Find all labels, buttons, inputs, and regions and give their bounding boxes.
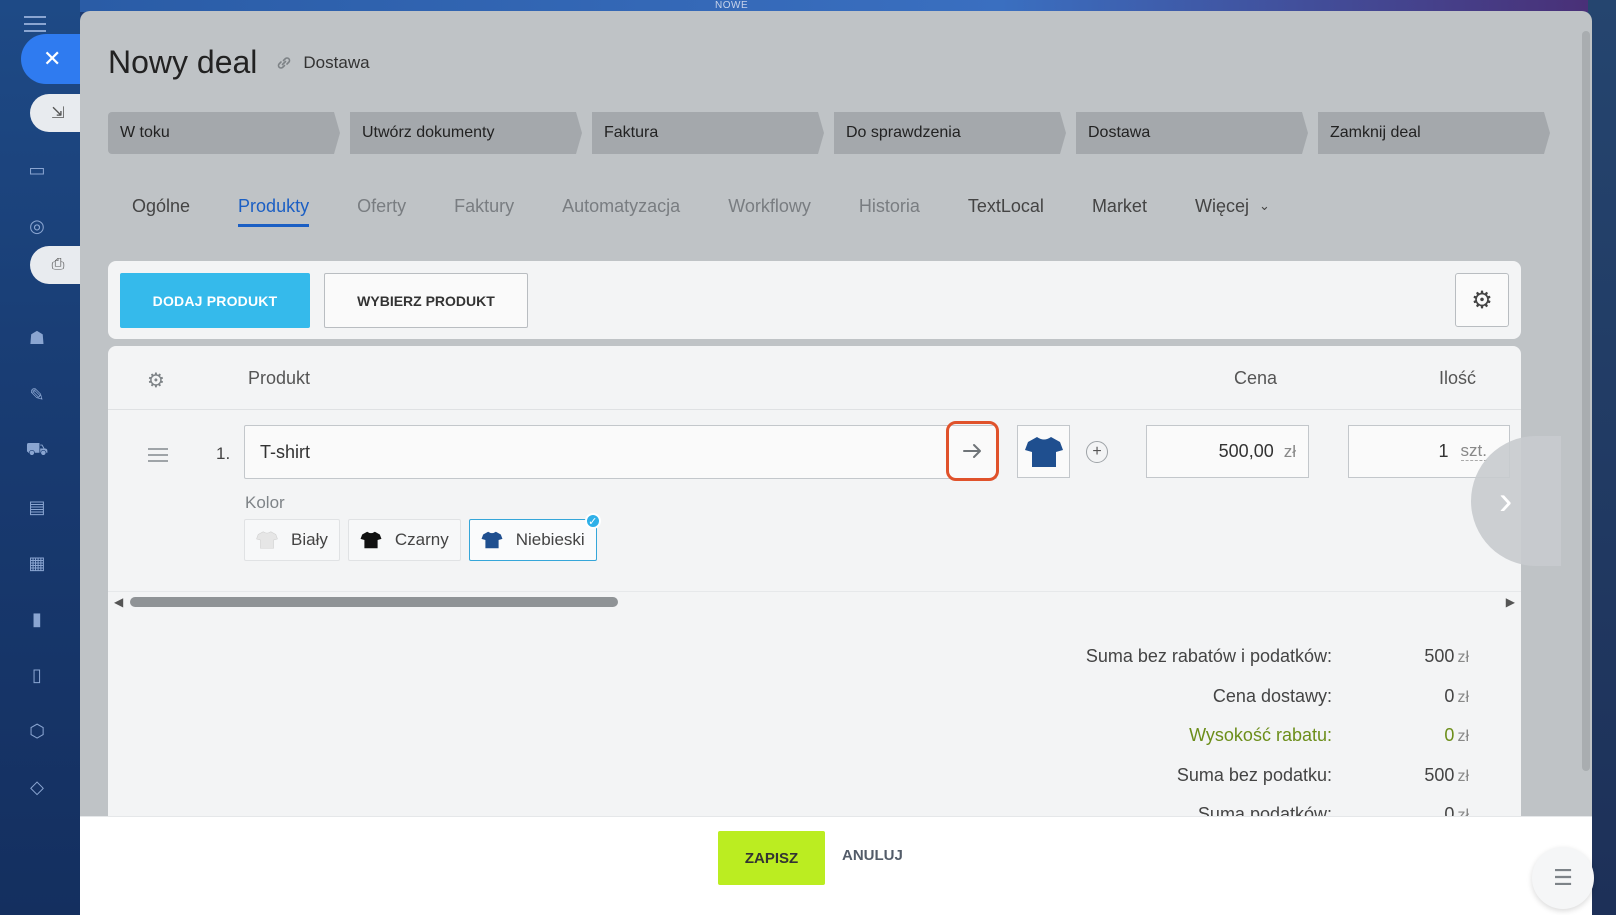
close-slider-button[interactable]: ✕ xyxy=(21,34,89,84)
color-option-bialy[interactable]: Biały xyxy=(244,519,340,561)
stage-bar: W toku Utwórz dokumenty Faktura Do spraw… xyxy=(108,112,1560,154)
top-bar-label: NOWE xyxy=(715,0,749,11)
column-header-price: Cena xyxy=(1234,368,1278,388)
scroll-right-arrow-icon[interactable]: ▶ xyxy=(1506,595,1515,609)
toolbar-settings-button[interactable]: ⚙ xyxy=(1455,273,1509,327)
color-swatches: Biały Czarny Niebieski ✓ xyxy=(244,513,605,561)
app-left-sidebar: ✕ ⇲ ▭ ◎ ⎙ ☗ ✎ ⛟ ▤ ▦ ▮ ▯ ⬡ ◇ xyxy=(0,0,89,915)
check-icon: ✓ xyxy=(584,513,601,529)
chevron-right-icon: › xyxy=(1499,478,1513,523)
box-icon[interactable]: ◇ xyxy=(22,772,52,802)
footer-bar: ZAPISZ ANULUJ xyxy=(80,816,1592,915)
tab-oferty[interactable]: Oferty xyxy=(357,196,406,227)
tshirt-icon xyxy=(1024,436,1063,467)
stage-dostawa[interactable]: Dostawa xyxy=(1076,112,1308,154)
color-option-czarny[interactable]: Czarny xyxy=(347,519,461,561)
tshirt-black-icon xyxy=(360,531,382,549)
column-settings-icon[interactable]: ⚙ xyxy=(147,368,165,393)
deal-header: Nowy deal Dostawa xyxy=(108,44,370,81)
arrow-down-right-icon: ⇲ xyxy=(51,105,65,122)
chevron-down-icon: ⌄ xyxy=(1258,198,1270,213)
select-product-button[interactable]: WYBIERZ PRODUKT xyxy=(324,273,528,328)
drag-handle-icon[interactable] xyxy=(148,448,168,466)
total-row-discount: Wysokość rabatu: 0 zł xyxy=(1189,725,1469,745)
stage-faktura[interactable]: Faktura xyxy=(592,112,824,154)
tab-produkty[interactable]: Produkty xyxy=(238,196,310,227)
add-product-button[interactable]: DODAJ PRODUKT xyxy=(120,273,310,328)
total-row: Cena dostawy: 0 zł xyxy=(1212,685,1469,706)
print-button[interactable]: ⎙ xyxy=(30,246,82,284)
document-icon[interactable]: ▯ xyxy=(22,660,52,690)
unit-selector[interactable]: szt. xyxy=(1460,442,1487,461)
tab-market[interactable]: Market xyxy=(1092,196,1147,227)
total-row: Suma bez podatku: 500 zł xyxy=(1176,764,1469,785)
price-input[interactable]: 500,00 zł xyxy=(1146,425,1309,478)
product-image[interactable] xyxy=(1017,425,1070,478)
menu-list-button[interactable]: ☰ xyxy=(1532,847,1594,909)
stage-w-toku[interactable]: W toku xyxy=(108,112,340,154)
add-image-icon[interactable]: + xyxy=(1086,441,1108,463)
open-product-button[interactable] xyxy=(946,421,999,481)
horizontal-scroll-thumb[interactable] xyxy=(130,597,618,607)
grid-header: ⚙ Produkt Cena Ilość xyxy=(108,346,1521,410)
color-option-niebieski[interactable]: Niebieski ✓ xyxy=(468,513,601,561)
pipeline-name: Dostawa xyxy=(303,52,370,72)
printer-icon: ⎙ xyxy=(51,256,65,273)
hexagon-icon[interactable]: ⬡ xyxy=(22,716,52,746)
product-name-input[interactable]: T-shirt xyxy=(244,425,997,479)
tshirt-white-icon xyxy=(256,531,278,549)
row-number: 1. xyxy=(216,444,231,463)
cart-icon[interactable]: ⛟ xyxy=(22,436,52,466)
scroll-left-arrow-icon[interactable]: ◀ xyxy=(114,595,123,609)
vertical-scrollbar[interactable] xyxy=(1582,31,1592,791)
column-header-product: Produkt xyxy=(248,368,311,388)
tab-historia[interactable]: Historia xyxy=(859,196,920,227)
minimize-slider-button[interactable]: ⇲ xyxy=(30,94,82,132)
tab-automatyzacja[interactable]: Automatyzacja xyxy=(562,196,680,227)
pen-icon[interactable]: ✎ xyxy=(22,380,52,410)
bar-chart-icon[interactable]: ▮ xyxy=(22,604,52,634)
deal-slider-panel: Nowy deal Dostawa W toku Utwórz dokument… xyxy=(80,11,1592,915)
stage-zamknij-deal[interactable]: Zamknij deal xyxy=(1318,112,1550,154)
total-row: Suma bez rabatów i podatków: 500 zł xyxy=(1085,646,1469,666)
target-icon[interactable]: ◎ xyxy=(22,211,52,241)
page-title: Nowy deal xyxy=(108,44,258,80)
tab-workflowy[interactable]: Workflowy xyxy=(728,196,811,227)
link-icon[interactable] xyxy=(275,54,293,72)
tab-more[interactable]: Więcej ⌄ xyxy=(1195,196,1270,227)
list-icon: ☰ xyxy=(1553,865,1573,890)
gear-icon: ⚙ xyxy=(1471,286,1493,314)
column-header-quantity: Ilość xyxy=(1439,368,1477,388)
stage-do-sprawdzenia[interactable]: Do sprawdzenia xyxy=(834,112,1066,154)
tshirt-blue-icon xyxy=(481,531,503,549)
tab-ogolne[interactable]: Ogólne xyxy=(132,196,190,227)
currency-label: zł xyxy=(1283,441,1296,461)
horizontal-scrollbar[interactable]: ◀ ▶ xyxy=(108,591,1521,609)
close-icon: ✕ xyxy=(43,46,62,71)
tab-faktury[interactable]: Faktury xyxy=(454,196,514,227)
product-toolbar: DODAJ PRODUKT WYBIERZ PRODUKT ⚙ xyxy=(108,261,1521,339)
stage-utworz-dokumenty[interactable]: Utwórz dokumenty xyxy=(350,112,582,154)
contact-card-icon[interactable]: ▭ xyxy=(22,155,52,185)
tab-textlocal[interactable]: TextLocal xyxy=(968,196,1044,227)
color-property-label: Kolor xyxy=(245,493,285,512)
cancel-button[interactable]: ANULUJ xyxy=(842,847,903,864)
arrow-right-icon xyxy=(962,444,981,458)
save-button[interactable]: ZAPISZ xyxy=(718,831,825,885)
menu-icon[interactable] xyxy=(24,16,46,32)
totals-summary: Suma bez rabatów i podatków: 500 zł Cena … xyxy=(108,646,1521,844)
calendar-icon[interactable]: ▦ xyxy=(22,548,52,578)
robot-icon[interactable]: ☗ xyxy=(22,323,52,353)
warehouse-icon[interactable]: ▤ xyxy=(22,492,52,522)
app-right-edge xyxy=(1588,0,1616,915)
tab-bar: Ogólne Produkty Oferty Faktury Automatyz… xyxy=(132,196,1318,227)
